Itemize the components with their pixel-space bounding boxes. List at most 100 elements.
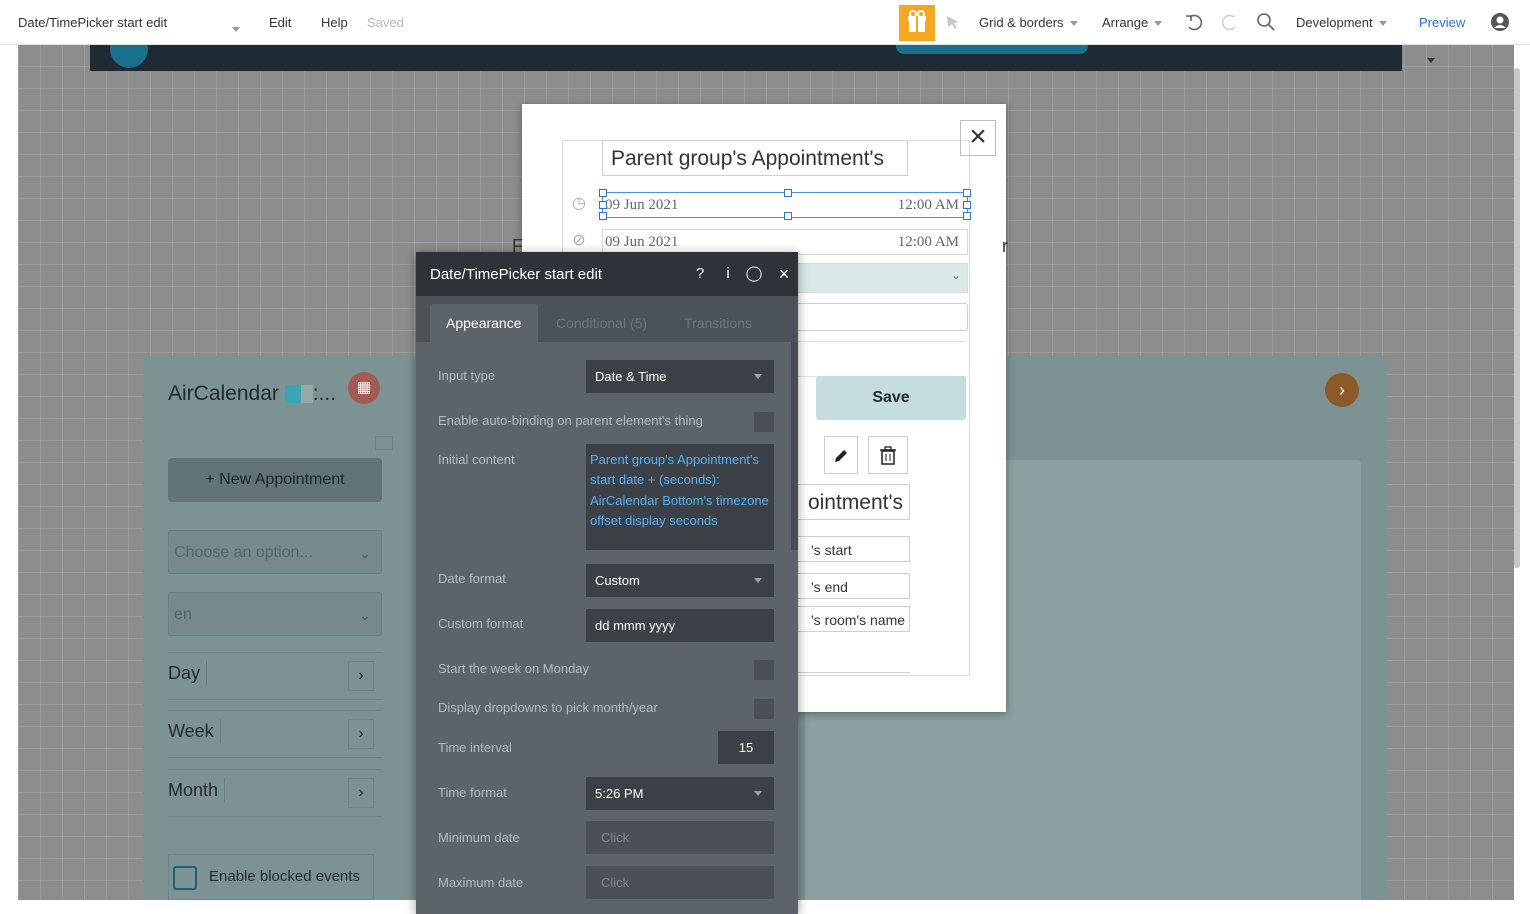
resize-handle[interactable] (963, 189, 971, 197)
time-format-value: 5:26 PM (595, 786, 644, 801)
page-scrollbar[interactable] (1514, 68, 1520, 568)
menu-edit[interactable]: Edit (269, 15, 291, 30)
property-editor-scrollbar[interactable] (791, 342, 798, 550)
alarm-off-icon: ⊘ (572, 232, 586, 249)
menu-help[interactable]: Help (321, 15, 348, 30)
enable-blocked-label: Enable blocked events (209, 868, 360, 885)
language-dropdown[interactable]: en ⌄ (168, 592, 382, 636)
undo-button[interactable] (1184, 12, 1204, 37)
custom-format-input[interactable]: dd mmm yyyy (586, 609, 774, 642)
minimum-date-input[interactable]: Click (586, 821, 774, 854)
view-week-row[interactable]: Week › (168, 710, 382, 758)
redo-button[interactable] (1220, 12, 1240, 37)
close-icon[interactable]: × (960, 120, 996, 156)
popup-title[interactable]: Parent group's Appointment's (602, 140, 908, 176)
view-day-row[interactable]: Day › (168, 652, 382, 700)
appointment-end-text: 's end (796, 573, 910, 599)
appointment-title-text: ointment's (796, 484, 910, 520)
appointment-room-text: 's room's name (796, 606, 910, 632)
environment-label: Development (1296, 15, 1373, 30)
page-dropdown-caret[interactable] (232, 21, 240, 39)
chevron-down-icon (1154, 21, 1163, 27)
canvas-scroll-down-icon[interactable] (1427, 58, 1435, 63)
resize-handle[interactable] (963, 212, 971, 220)
calendar-title: AirCalendar :... (168, 382, 336, 406)
resize-handle[interactable] (599, 201, 607, 209)
calendar-icon[interactable]: ▦ (348, 372, 380, 404)
element-icon (284, 385, 301, 404)
dropdowns-checkbox[interactable] (754, 699, 774, 719)
pointer-tool-button[interactable] (945, 14, 961, 35)
tab-transitions[interactable]: Transitions (668, 304, 768, 342)
grid-borders-menu[interactable]: Grid & borders (979, 15, 1078, 30)
input-type-dropdown[interactable]: Date & Time (586, 360, 774, 393)
close-icon[interactable]: × (774, 264, 794, 284)
calendar-title-suffix: :... (312, 382, 337, 405)
date-format-value: Custom (595, 573, 640, 588)
chevron-right-icon[interactable]: › (348, 719, 374, 749)
room-dropdown[interactable]: ⌄ (796, 263, 968, 293)
time-format-dropdown[interactable]: 5:26 PM (586, 777, 774, 810)
page-selector[interactable]: Date/TimePicker start edit (18, 15, 167, 30)
time-interval-input[interactable]: 15 (718, 731, 774, 764)
comment-icon[interactable]: ◯ (744, 264, 764, 284)
view-month-row[interactable]: Month › (168, 769, 382, 817)
pencil-icon (835, 450, 847, 463)
search-icon (1257, 13, 1275, 31)
page-selector-label: Date/TimePicker start edit (18, 15, 168, 30)
account-button[interactable] (1490, 12, 1510, 37)
tab-appearance[interactable]: Appearance (430, 304, 538, 342)
resize-handle[interactable] (784, 189, 792, 197)
property-editor[interactable]: Date/TimePicker start edit ? i ◯ × Appea… (416, 252, 798, 914)
chevron-down-icon (754, 791, 762, 796)
resize-handle[interactable] (784, 212, 792, 220)
property-editor-header[interactable]: Date/TimePicker start edit ? i ◯ × (416, 252, 798, 296)
clock-icon: ◷ (572, 195, 586, 212)
input-type-value: Date & Time (595, 369, 667, 384)
property-editor-title: Date/TimePicker start edit (430, 266, 602, 283)
minimum-date-label: Minimum date (438, 830, 520, 845)
new-appointment-button[interactable]: + New Appointment (168, 458, 382, 502)
undo-icon (1186, 14, 1203, 31)
small-box (375, 436, 393, 450)
date-format-dropdown[interactable]: Custom (586, 564, 774, 597)
chevron-right-icon[interactable]: › (348, 778, 374, 808)
next-arrow-icon[interactable]: › (1325, 373, 1359, 407)
text-input[interactable] (796, 303, 968, 331)
page-header-bar (90, 44, 1402, 71)
environment-menu[interactable]: Development (1296, 15, 1387, 30)
info-icon[interactable]: i (718, 264, 738, 284)
enable-blocked-events[interactable]: Enable blocked events (168, 854, 374, 900)
header-button (896, 44, 1088, 54)
maximum-date-input[interactable]: Click (586, 866, 774, 899)
input-type-label: Input type (438, 368, 496, 383)
resize-handle[interactable] (599, 189, 607, 197)
dropdowns-label: Display dropdowns to pick month/year (438, 700, 658, 715)
stepper-icon (300, 385, 313, 404)
calendar-title-text: AirCalendar (168, 382, 279, 405)
grid-borders-label: Grid & borders (979, 15, 1064, 30)
time-format-label: Time format (438, 785, 507, 800)
initial-content-expression[interactable]: Parent group's Appointment's start date … (586, 444, 774, 550)
week-monday-checkbox[interactable] (754, 660, 774, 680)
gift-icon (908, 10, 926, 32)
editor-topbar: Date/TimePicker start edit Edit Help Sav… (0, 0, 1530, 45)
edit-button[interactable] (824, 436, 858, 474)
save-button[interactable]: Save (816, 376, 966, 420)
preview-link[interactable]: Preview (1419, 15, 1465, 30)
resize-handle[interactable] (963, 201, 971, 209)
divider (796, 341, 966, 377)
arrange-menu[interactable]: Arrange (1102, 15, 1163, 30)
tab-conditional[interactable]: Conditional (5) (540, 304, 663, 342)
search-button[interactable] (1256, 12, 1276, 37)
help-icon[interactable]: ? (690, 264, 710, 284)
delete-button[interactable] (868, 436, 908, 474)
gift-button[interactable] (899, 5, 935, 41)
background-text: r (1002, 236, 1008, 256)
checkbox[interactable] (173, 866, 197, 890)
chevron-right-icon[interactable]: › (348, 661, 374, 691)
choose-option-dropdown[interactable]: Choose an option... ⌄ (168, 530, 382, 574)
resize-handle[interactable] (599, 212, 607, 220)
chevron-down-icon: ⌄ (359, 545, 371, 561)
auto-binding-checkbox[interactable] (754, 412, 774, 432)
